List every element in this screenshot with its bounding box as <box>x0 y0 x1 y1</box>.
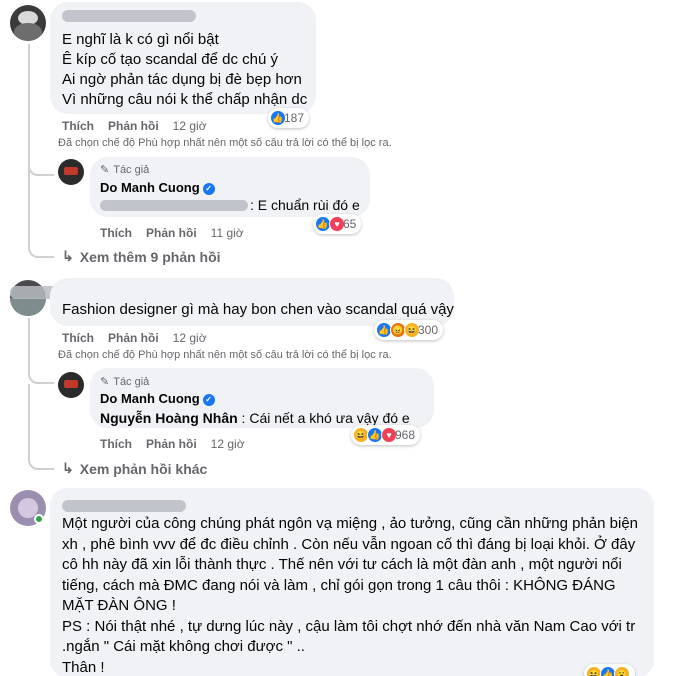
reply-actions: Thích Phản hồi 12 giờ <box>100 437 245 451</box>
author-tag: ✎ Tác giả <box>100 163 150 177</box>
reaction-summary[interactable]: 👍 187 <box>268 108 310 128</box>
reaction-count: 187 <box>284 111 305 125</box>
comment-bubble: Một người của công chúng phát ngôn vạ mi… <box>50 488 654 676</box>
comment-bubble: E nghĩ là k có gì nổi bật Ê kíp cố tạo s… <box>50 2 316 114</box>
thread-connector <box>28 368 54 384</box>
pencil-icon: ✎ <box>100 164 110 176</box>
reaction-summary[interactable]: 😆 👍 ♥ 968 <box>351 425 421 445</box>
author-name[interactable]: Do Manh Cuong ✓ <box>100 180 215 195</box>
redacted-username <box>62 500 186 512</box>
reaction-summary[interactable]: 👍 ♥ 65 <box>313 214 362 234</box>
reply-button[interactable]: Phản hồi <box>146 226 197 240</box>
timestamp[interactable]: 12 giờ <box>173 331 207 345</box>
thread-line <box>28 318 30 368</box>
reaction-count: 968 <box>395 428 416 442</box>
reply-text: : E chuẩn rùi đó e <box>250 197 360 213</box>
pencil-icon: ✎ <box>100 376 110 388</box>
redacted-username <box>62 10 196 22</box>
view-more-replies[interactable]: ↳ Xem phản hồi khác <box>62 460 207 477</box>
reply-button[interactable]: Phản hồi <box>146 437 197 451</box>
comment-text: Fashion designer gì mà hay bon chen vào … <box>62 301 454 318</box>
verified-badge-icon: ✓ <box>202 393 215 406</box>
like-button[interactable]: Thích <box>62 119 94 133</box>
like-button[interactable]: Thích <box>62 331 94 345</box>
like-button[interactable]: Thích <box>100 226 132 240</box>
wow-reaction-icon: 😮 <box>614 666 630 676</box>
timestamp[interactable]: 12 giờ <box>211 437 245 451</box>
filter-notice: Đã chọn chế độ Phù hợp nhất nên một số c… <box>58 349 392 361</box>
timestamp[interactable]: 12 giờ <box>173 119 207 133</box>
reaction-count: 300 <box>418 323 439 337</box>
comment-actions: Thích Phản hồi 12 giờ <box>62 119 207 133</box>
timestamp[interactable]: 11 giờ <box>211 226 244 240</box>
author-tag: ✎ Tác giả <box>100 375 150 389</box>
thread-connector <box>28 384 54 470</box>
reply-bubble: ✎ Tác giả Do Manh Cuong ✓ Nguyễn Hoàng Nh… <box>90 368 434 428</box>
author-avatar[interactable] <box>58 372 84 398</box>
reply-arrow-icon: ↳ <box>62 248 74 264</box>
online-status-dot <box>34 514 44 524</box>
author-avatar[interactable] <box>58 159 84 185</box>
thread-line <box>28 44 30 174</box>
view-more-replies[interactable]: ↳ Xem thêm 9 phản hồi <box>62 248 221 265</box>
reaction-summary[interactable]: 😆 👍 😮 <box>584 664 635 676</box>
reply-bubble: ✎ Tác giả Do Manh Cuong ✓ : E chuẩn rùi đ… <box>90 157 370 217</box>
mention-link[interactable]: Nguyễn Hoàng Nhân <box>100 410 238 426</box>
reaction-summary[interactable]: 👍 😠 😆 300 <box>374 320 444 340</box>
comment-text: Một người của công chúng phát ngôn vạ mi… <box>62 515 639 676</box>
reply-arrow-icon: ↳ <box>62 460 74 476</box>
comment-bubble: Fashion designer gì mà hay bon chen vào … <box>50 278 454 326</box>
redacted-mention <box>100 200 248 211</box>
author-name[interactable]: Do Manh Cuong ✓ <box>100 391 215 406</box>
commenter-avatar[interactable] <box>10 5 46 41</box>
filter-notice: Đã chọn chế độ Phù hợp nhất nên một số c… <box>58 137 392 149</box>
verified-badge-icon: ✓ <box>202 182 215 195</box>
comment-actions: Thích Phản hồi 12 giờ <box>62 331 207 345</box>
reply-button[interactable]: Phản hồi <box>108 331 159 345</box>
comment-text: E nghĩ là k có gì nổi bật Ê kíp cố tạo s… <box>62 31 308 108</box>
reply-actions: Thích Phản hồi 11 giờ <box>100 226 244 240</box>
reply-button[interactable]: Phản hồi <box>108 119 159 133</box>
reaction-count: 65 <box>343 217 357 231</box>
like-button[interactable]: Thích <box>100 437 132 451</box>
thread-connector <box>28 174 54 258</box>
